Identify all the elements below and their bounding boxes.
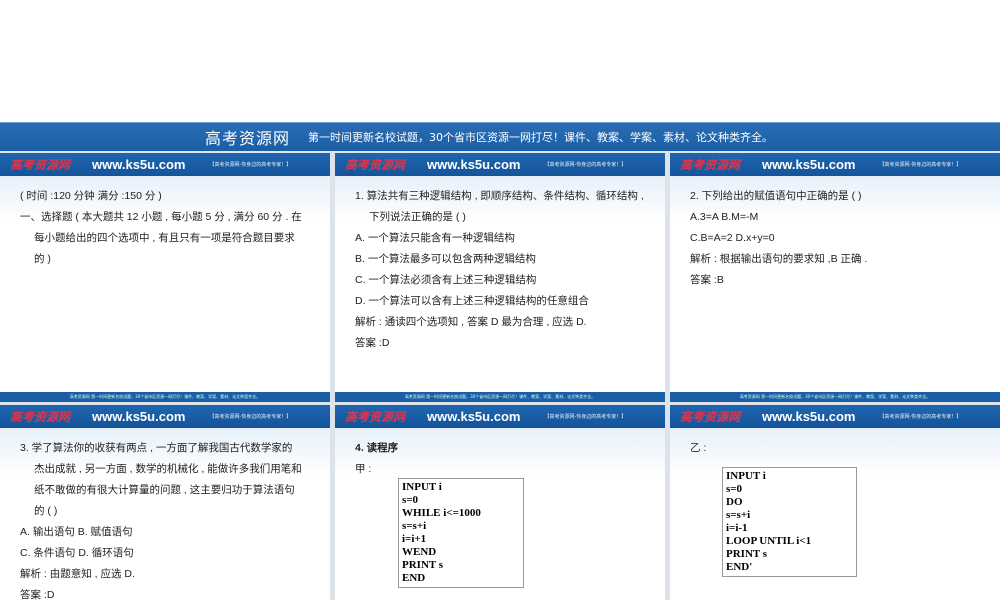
code-line: INPUT i xyxy=(402,481,442,493)
code-line: s=s+i xyxy=(726,509,751,521)
text-line: 纸不敢做的有很大计算量的问题 , 这主要归功于算法语句 xyxy=(34,484,295,496)
ks5u-logo: 高考资源网 xyxy=(680,158,741,172)
text-line: C. 条件语句 D. 循环语句 xyxy=(20,547,134,559)
ks5u-logo: 高考资源网 xyxy=(345,410,406,424)
banner-title: 高考资源网 xyxy=(205,129,291,148)
site-tagline: 【高考资源网-你身边的高考专家！】 xyxy=(209,414,292,420)
slide-header: 高考资源网 www.ks5u.com 【高考资源网-你身边的高考专家！】 xyxy=(0,153,330,176)
text-line: A. 一个算法只能含有一种逻辑结构 xyxy=(355,232,515,244)
program-label: 甲 : xyxy=(355,463,372,475)
site-url: www.ks5u.com xyxy=(92,157,186,172)
slide-header: 高考资源网 www.ks5u.com 【高考资源网-你身边的高考专家！】 xyxy=(335,405,665,428)
text-line: 下列说法正确的是 ( ) xyxy=(369,211,466,223)
code-line: LOOP UNTIL i<1 xyxy=(726,535,812,547)
text-line: C. 一个算法必须含有上述三种逻辑结构 xyxy=(355,274,537,286)
site-tagline: 【高考资源网-你身边的高考专家！】 xyxy=(544,414,627,420)
code-line: s=s+i xyxy=(402,520,427,532)
text-line: 杰出成就 , 另一方面 , 数学的机械化 , 能做许多我们用笔和 xyxy=(34,463,302,475)
code-line: PRINT s xyxy=(402,559,444,571)
text-line: 的 ) xyxy=(34,253,51,265)
slide-header: 高考资源网 www.ks5u.com 【高考资源网-你身边的高考专家！】 xyxy=(335,153,665,176)
slide-3[interactable]: 高考资源网 www.ks5u.com 【高考资源网-你身边的高考专家！】 2. 下… xyxy=(670,153,1000,402)
text-line: 一、选择题 ( 本大题共 12 小题 , 每小题 5 分 , 满分 60 分 .… xyxy=(20,211,302,223)
slide-2[interactable]: 高考资源网 www.ks5u.com 【高考资源网-你身边的高考专家！】 1. 算… xyxy=(335,153,665,402)
slide-body: 乙 : xyxy=(670,428,1000,469)
code-line: DO xyxy=(726,496,743,508)
ks5u-logo: 高考资源网 xyxy=(10,158,71,172)
slide-footer: 高考资源网 第一时间更新名校试题，30个省市区资源一网打尽！课件、教案、学案、素… xyxy=(335,392,665,402)
code-box: INPUT i s=0 DO s=s+i i=i-1 LOOP UNTIL i<1 PRIN… xyxy=(722,467,857,577)
slide-grid: 高考资源网 www.ks5u.com 【高考资源网-你身边的高考专家！】( 时间… xyxy=(0,151,1000,600)
text-line: A.3=A B.M=-M xyxy=(690,211,759,223)
text-line: 答案 :D xyxy=(20,589,55,600)
code-line: END xyxy=(402,572,426,584)
text-line: 解析 : 通读四个选项知 , 答案 D 最为合理 , 应选 D. xyxy=(355,316,587,328)
code-line: s=0 xyxy=(402,494,419,506)
code-line: INPUT i xyxy=(726,470,766,482)
code-line: i=i-1 xyxy=(726,522,748,534)
ks5u-logo: 高考资源网 xyxy=(10,410,71,424)
slide-body: 2. 下列给出的赋值语句中正确的是 ( ) A.3=A B.M=-M C.B=A=2… xyxy=(670,176,1000,301)
banner-slogan: 第一时间更新名校试题，30个省市区资源一网打尽！课件、教案、学案、素材、论文种类… xyxy=(308,131,774,144)
ks5u-logo: 高考资源网 xyxy=(680,410,741,424)
text-line: 解析 : 根据输出语句的要求知 ,B 正确 . xyxy=(690,253,868,265)
text-line: 的 ( ) xyxy=(34,505,58,517)
site-url: www.ks5u.com xyxy=(92,409,186,424)
site-url: www.ks5u.com xyxy=(427,157,521,172)
slide-body: 1. 算法共有三种逻辑结构 , 即顺序结构、条件结构、循环结构 , 下列说法正确的… xyxy=(335,176,665,364)
slide-footer: 高考资源网 第一时间更新名校试题，30个省市区资源一网打尽！课件、教案、学案、素… xyxy=(670,392,1000,402)
site-url: www.ks5u.com xyxy=(762,157,856,172)
slide-body: ( 时间 :120 分钟 满分 :150 分 ) 一、选择题 ( 本大题共 12 … xyxy=(0,176,330,280)
slide-header: 高考资源网 www.ks5u.com 【高考资源网-你身边的高考专家！】 xyxy=(670,153,1000,176)
code-line: i=i+1 xyxy=(402,533,427,545)
slide-header: 高考资源网 www.ks5u.com 【高考资源网-你身边的高考专家！】 xyxy=(0,405,330,428)
text-line: 3. 学了算法你的收获有两点 , 一方面了解我国古代数学家的 xyxy=(20,442,293,454)
text-line: 2. 下列给出的赋值语句中正确的是 ( ) xyxy=(690,190,862,202)
text-line: 1. 算法共有三种逻辑结构 , 即顺序结构、条件结构、循环结构 , xyxy=(355,190,644,202)
site-url: www.ks5u.com xyxy=(762,409,856,424)
site-tagline: 【高考资源网-你身边的高考专家！】 xyxy=(879,414,962,420)
slide-5[interactable]: 高考资源网 www.ks5u.com 【高考资源网-你身边的高考专家！】 4. 读… xyxy=(335,405,665,600)
site-tagline: 【高考资源网-你身边的高考专家！】 xyxy=(544,162,627,168)
slide-1[interactable]: 高考资源网 www.ks5u.com 【高考资源网-你身边的高考专家！】( 时间… xyxy=(0,153,330,402)
site-tagline: 【高考资源网-你身边的高考专家！】 xyxy=(879,162,962,168)
text-line: 每小题给出的四个选项中 , 有且只有一项是符合题目要求 xyxy=(34,232,295,244)
code-line: s=0 xyxy=(726,483,743,495)
text-line: ( 时间 :120 分钟 满分 :150 分 ) xyxy=(20,190,162,202)
code-box: INPUT i s=0 WHILE i<=1000 s=s+i i=i+1 WEND PRI… xyxy=(398,478,524,588)
code-line: WHILE i<=1000 xyxy=(402,507,481,519)
text-line: C.B=A=2 D.x+y=0 xyxy=(690,232,775,244)
question-title: 4. 读程序 xyxy=(355,442,399,454)
text-line: 解析 : 由题意知 , 应选 D. xyxy=(20,568,135,580)
text-line: D. 一个算法可以含有上述三种逻辑结构的任意组合 xyxy=(355,295,589,307)
code-line: END' xyxy=(726,561,753,573)
site-url: www.ks5u.com xyxy=(427,409,521,424)
text-line: A. 输出语句 B. 赋值语句 xyxy=(20,526,133,538)
text-line: 答案 :D xyxy=(355,337,390,349)
text-line: 答案 :B xyxy=(690,274,724,286)
code-line: WEND xyxy=(402,546,437,558)
slide-6[interactable]: 高考资源网 www.ks5u.com 【高考资源网-你身边的高考专家！】乙 : I… xyxy=(670,405,1000,600)
top-banner: 高考资源网 第一时间更新名校试题，30个省市区资源一网打尽！课件、教案、学案、素… xyxy=(0,122,1000,151)
ks5u-logo: 高考资源网 xyxy=(345,158,406,172)
code-line: PRINT s xyxy=(726,548,768,560)
slide-body: 3. 学了算法你的收获有两点 , 一方面了解我国古代数学家的杰出成就 , 另一方… xyxy=(0,428,330,600)
site-tagline: 【高考资源网-你身边的高考专家！】 xyxy=(209,162,292,168)
slide-4[interactable]: 高考资源网 www.ks5u.com 【高考资源网-你身边的高考专家！】 3. 学… xyxy=(0,405,330,600)
slide-footer: 高考资源网 第一时间更新名校试题，30个省市区资源一网打尽！课件、教案、学案、素… xyxy=(0,392,330,402)
program-label: 乙 : xyxy=(690,442,707,454)
slide-header: 高考资源网 www.ks5u.com 【高考资源网-你身边的高考专家！】 xyxy=(670,405,1000,428)
text-line: B. 一个算法最多可以包含两种逻辑结构 xyxy=(355,253,536,265)
